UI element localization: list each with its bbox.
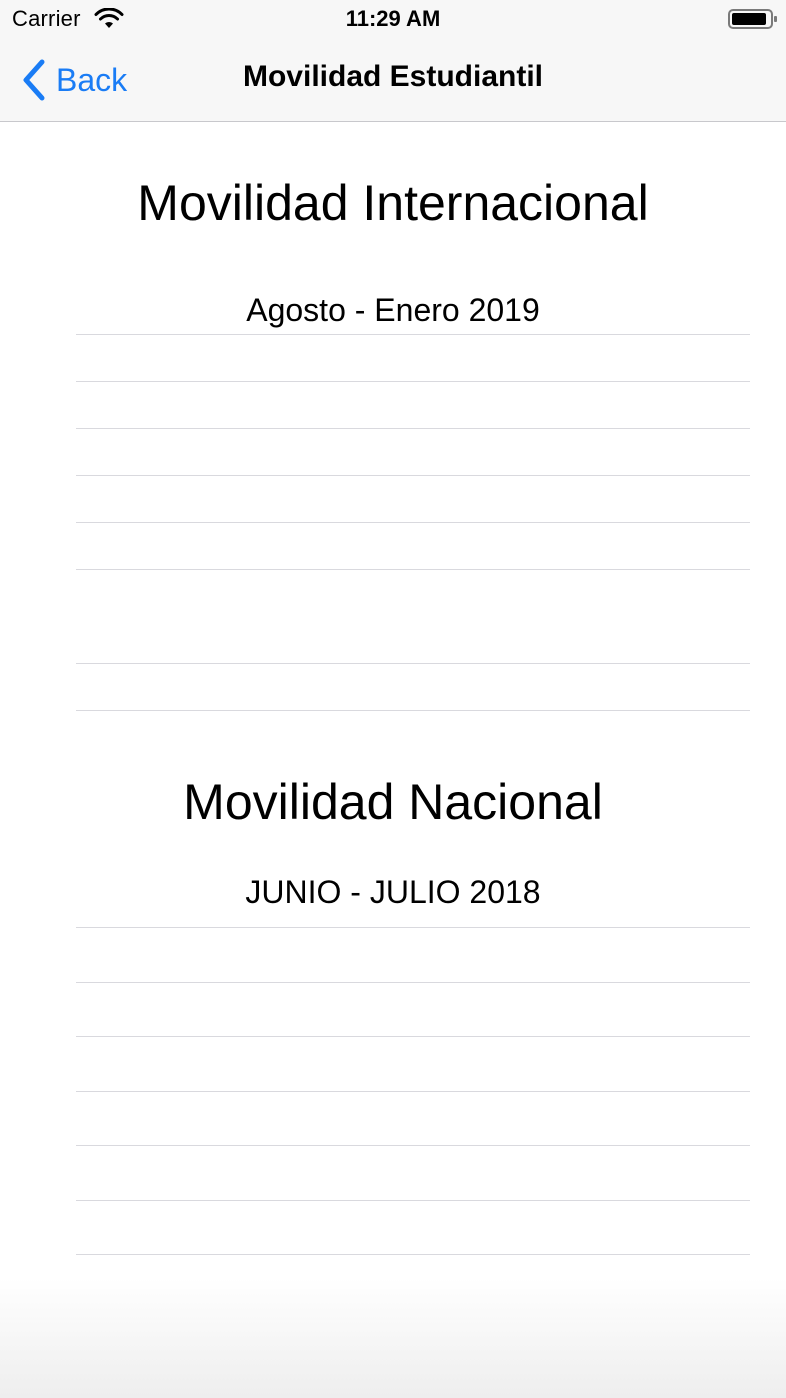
table-row[interactable]	[76, 1145, 750, 1200]
nacional-table	[76, 927, 750, 1257]
table-row[interactable]	[76, 381, 750, 429]
page-title: Movilidad Estudiantil	[242, 60, 543, 93]
status-bar: Carrier 11:29 AM	[0, 0, 786, 40]
table-row[interactable]	[76, 1200, 750, 1255]
table-row[interactable]	[76, 663, 750, 711]
table-row[interactable]	[76, 1091, 750, 1146]
table-row[interactable]	[76, 927, 750, 982]
section-subtitle-nacional: JUNIO - JULIO 2018	[245, 874, 541, 910]
navigation-bar: Back Movilidad Estudiantil	[0, 40, 786, 122]
section-title-internacional: Movilidad Internacional	[137, 175, 649, 231]
status-time: 11:29 AM	[345, 6, 441, 31]
table-row[interactable]	[76, 334, 750, 382]
table-row[interactable]	[76, 475, 750, 523]
bottom-fade	[0, 1278, 786, 1398]
table-bottom-separator	[76, 710, 750, 712]
table-row[interactable]	[76, 569, 750, 664]
table-row[interactable]	[76, 428, 750, 476]
section-subtitle-internacional: Agosto - Enero 2019	[246, 292, 540, 328]
table-bottom-separator	[76, 1254, 750, 1256]
battery-icon	[728, 9, 777, 29]
table-row[interactable]	[76, 522, 750, 570]
internacional-table	[76, 334, 750, 712]
section-title-nacional: Movilidad Nacional	[183, 774, 603, 830]
table-row[interactable]	[76, 982, 750, 1037]
table-row[interactable]	[76, 1036, 750, 1091]
